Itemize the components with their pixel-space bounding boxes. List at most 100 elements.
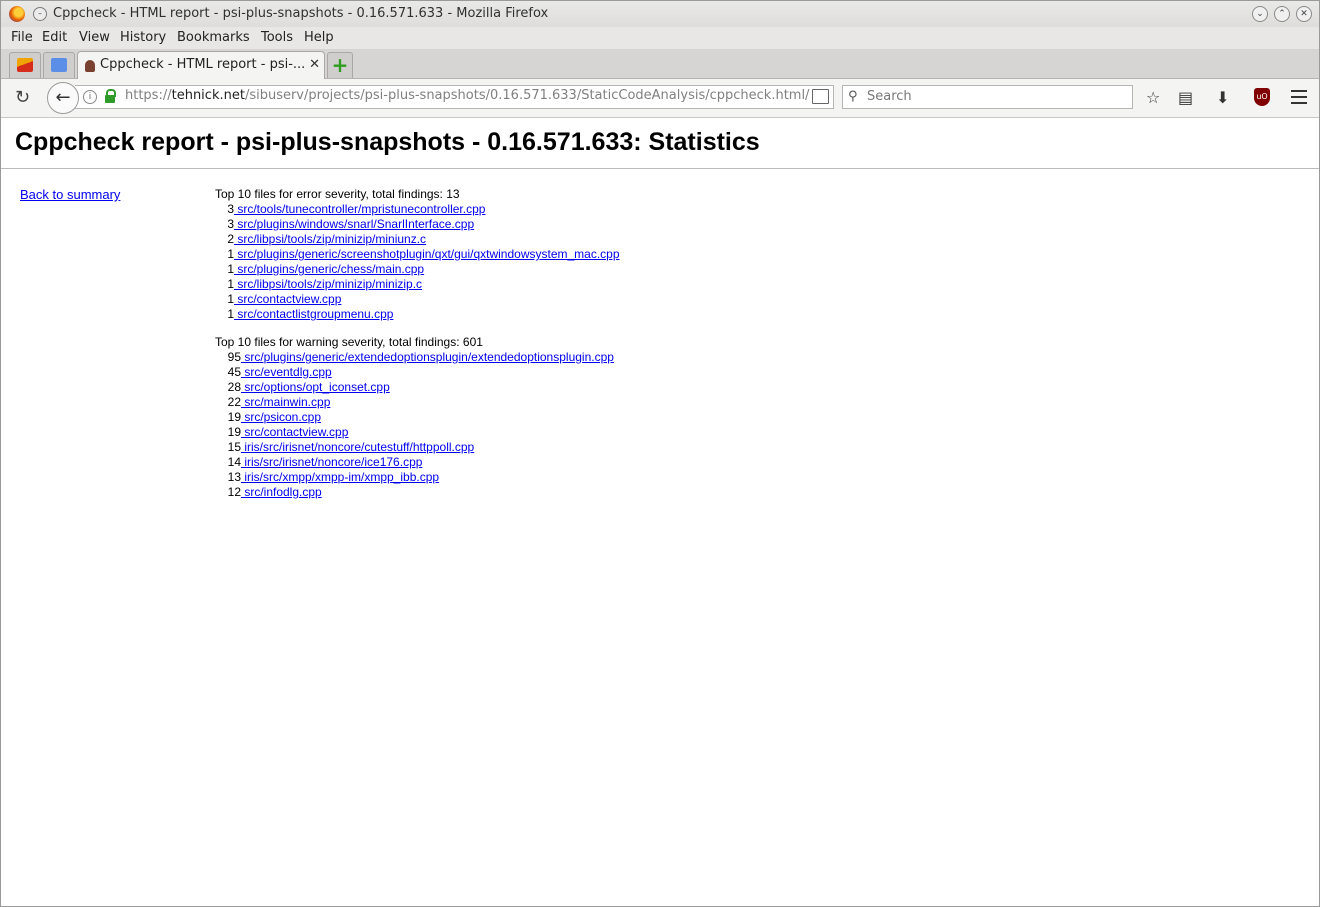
menu-bar: File Edit View History Bookmarks Tools H… <box>1 27 1319 49</box>
menu-file[interactable]: File <box>11 30 33 45</box>
list-item: 14 iris/src/irisnet/noncore/ice176.cpp <box>215 455 620 470</box>
finding-count: 14 <box>227 455 241 469</box>
list-item: 3 src/tools/tunecontroller/mpristunecont… <box>215 202 620 217</box>
new-tab-button[interactable]: + <box>327 52 353 78</box>
finding-count: 12 <box>227 485 241 499</box>
finding-count: 1 <box>227 277 234 291</box>
pinned-tab-translate[interactable] <box>43 52 75 78</box>
back-to-summary-link[interactable]: Back to summary <box>20 187 120 202</box>
mail-icon <box>17 58 33 72</box>
list-item: 1 src/plugins/generic/screenshotplugin/q… <box>215 247 619 262</box>
file-link[interactable]: iris/src/xmpp/xmpp-im/xmpp_ibb.cpp <box>241 470 439 484</box>
menu-view[interactable]: View <box>79 30 110 45</box>
error-section-heading: Top 10 files for error severity, total f… <box>215 187 460 201</box>
list-item: 19 src/contactview.cpp <box>215 425 620 440</box>
url-text[interactable]: https://tehnick.net/sibuserv/projects/ps… <box>125 88 809 103</box>
file-link[interactable]: src/libpsi/tools/zip/minizip/miniunz.c <box>234 232 426 246</box>
info-icon[interactable]: i <box>83 90 97 104</box>
downloads-icon[interactable]: ⬇ <box>1216 88 1229 107</box>
page-favicon-icon <box>85 60 95 72</box>
finding-count: 15 <box>227 440 241 454</box>
window-menu-icon[interactable]: – <box>33 7 47 21</box>
finding-count: 1 <box>227 247 234 261</box>
page-title: Cppcheck report - psi-plus-snapshots - 0… <box>15 128 760 156</box>
file-link[interactable]: src/plugins/generic/extendedoptionsplugi… <box>241 350 614 364</box>
back-button[interactable]: ← <box>47 82 79 114</box>
file-link[interactable]: src/contactview.cpp <box>241 425 348 439</box>
finding-count: 2 <box>227 232 234 246</box>
divider <box>1 168 1319 169</box>
minimize-icon[interactable]: ⌄ <box>1252 6 1268 22</box>
hamburger-menu-icon[interactable] <box>1291 90 1307 108</box>
url-scheme: https:// <box>125 88 172 103</box>
file-link[interactable]: src/eventdlg.cpp <box>241 365 331 379</box>
finding-count: 45 <box>227 365 241 379</box>
finding-count: 1 <box>227 292 234 306</box>
file-link[interactable]: iris/src/irisnet/noncore/cutestuff/httpp… <box>241 440 474 454</box>
list-item: 15 iris/src/irisnet/noncore/cutestuff/ht… <box>215 440 620 455</box>
list-item: 95 src/plugins/generic/extendedoptionspl… <box>215 350 620 365</box>
file-link[interactable]: iris/src/irisnet/noncore/ice176.cpp <box>241 455 422 469</box>
finding-count: 28 <box>227 380 241 394</box>
bookmark-star-icon[interactable]: ☆ <box>1146 88 1160 107</box>
menu-help[interactable]: Help <box>304 30 334 45</box>
list-item: 12 src/infodlg.cpp <box>215 485 620 500</box>
file-link[interactable]: src/psicon.cpp <box>241 410 321 424</box>
window-title: Cppcheck - HTML report - psi-plus-snapsh… <box>53 6 549 21</box>
reader-view-icon[interactable] <box>812 89 829 104</box>
list-item: 1 src/contactlistgroupmenu.cpp <box>215 307 620 322</box>
finding-count: 19 <box>227 410 241 424</box>
file-link[interactable]: src/options/opt_iconset.cpp <box>241 380 389 394</box>
list-item: 45 src/eventdlg.cpp <box>215 365 620 380</box>
finding-count: 13 <box>227 470 241 484</box>
finding-count: 22 <box>227 395 241 409</box>
warning-section-heading: Top 10 files for warning severity, total… <box>215 335 483 349</box>
menu-history[interactable]: History <box>120 30 166 45</box>
file-link[interactable]: src/infodlg.cpp <box>241 485 321 499</box>
file-link[interactable]: src/plugins/generic/chess/main.cpp <box>234 262 424 276</box>
tab-bar: Cppcheck - HTML report - psi-... ✕ + <box>1 49 1319 79</box>
warning-files-list: 95 src/plugins/generic/extendedoptionspl… <box>215 350 620 500</box>
firefox-logo-icon <box>9 6 25 22</box>
close-tab-icon[interactable]: ✕ <box>309 57 320 72</box>
list-item: 1 src/plugins/generic/chess/main.cpp <box>215 262 620 277</box>
file-link[interactable]: src/contactlistgroupmenu.cpp <box>234 307 393 321</box>
file-link[interactable]: src/tools/tunecontroller/mpristunecontro… <box>234 202 485 216</box>
reload-icon[interactable]: ↻ <box>15 87 30 108</box>
list-item: 19 src/psicon.cpp <box>215 410 620 425</box>
menu-bookmarks[interactable]: Bookmarks <box>177 30 250 45</box>
finding-count: 1 <box>227 307 234 321</box>
list-item: 3 src/plugins/windows/snarl/SnarlInterfa… <box>215 217 620 232</box>
finding-count: 95 <box>227 350 241 364</box>
tab-cppcheck-report[interactable]: Cppcheck - HTML report - psi-... ✕ <box>77 51 325 79</box>
search-input[interactable]: ⚲ Search <box>842 85 1133 109</box>
error-files-list: 3 src/tools/tunecontroller/mpristunecont… <box>215 202 620 322</box>
file-link[interactable]: src/plugins/generic/screenshotplugin/qxt… <box>234 247 619 261</box>
title-bar: – Cppcheck - HTML report - psi-plus-snap… <box>1 1 1319 27</box>
url-host: tehnick.net <box>171 88 245 103</box>
list-item: 13 iris/src/xmpp/xmpp-im/xmpp_ibb.cpp <box>215 470 620 485</box>
bookmarks-list-icon[interactable]: ▤ <box>1178 88 1193 107</box>
translate-icon <box>51 58 67 72</box>
lock-icon[interactable] <box>105 89 116 103</box>
browser-window: – Cppcheck - HTML report - psi-plus-snap… <box>0 0 1320 907</box>
maximize-icon[interactable]: ⌃ <box>1274 6 1290 22</box>
finding-count: 3 <box>227 202 234 216</box>
file-link[interactable]: src/mainwin.cpp <box>241 395 330 409</box>
close-window-icon[interactable]: ✕ <box>1296 6 1312 22</box>
file-link[interactable]: src/libpsi/tools/zip/minizip/minizip.c <box>234 277 422 291</box>
navigation-bar: ↻ i https://tehnick.net/sibuserv/project… <box>1 79 1319 118</box>
menu-tools[interactable]: Tools <box>261 30 293 45</box>
file-link[interactable]: src/contactview.cpp <box>234 292 341 306</box>
search-icon: ⚲ <box>848 89 858 104</box>
file-link[interactable]: src/plugins/windows/snarl/SnarlInterface… <box>234 217 474 231</box>
ublock-icon[interactable]: uO <box>1254 88 1270 106</box>
list-item: 28 src/options/opt_iconset.cpp <box>215 380 620 395</box>
url-bar[interactable]: i https://tehnick.net/sibuserv/projects/… <box>75 85 834 109</box>
list-item: 2 src/libpsi/tools/zip/minizip/miniunz.c <box>215 232 620 247</box>
list-item: 22 src/mainwin.cpp <box>215 395 620 410</box>
page-content: Cppcheck report - psi-plus-snapshots - 0… <box>1 118 1319 906</box>
menu-edit[interactable]: Edit <box>42 30 67 45</box>
pinned-tab-gmail[interactable] <box>9 52 41 78</box>
url-path: /sibuserv/projects/psi-plus-snapshots/0.… <box>244 88 810 103</box>
